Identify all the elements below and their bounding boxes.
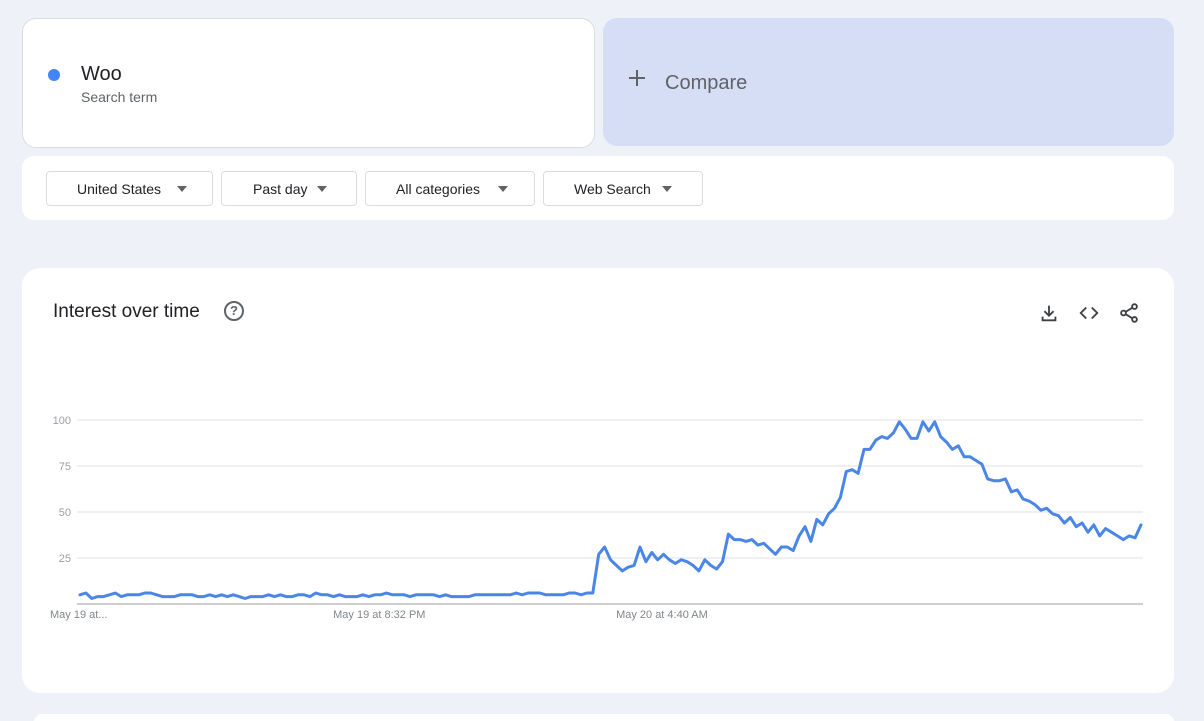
x-tick-label: May 20 at 4:40 AM (616, 609, 708, 621)
y-tick-label: 50 (59, 507, 71, 519)
x-tick-label: May 19 at 8:32 PM (333, 609, 425, 621)
next-panel-edge (34, 714, 1174, 721)
y-tick-label: 75 (59, 461, 71, 473)
interest-line-chart: 25 50 75 100 May 19 at... May 19 at 8:32 PM Ma… (50, 415, 1143, 621)
y-tick-label: 25 (59, 553, 71, 565)
y-tick-label: 100 (53, 415, 71, 427)
x-tick-label: May 19 at... (50, 609, 107, 621)
series-line (78, 420, 1143, 600)
